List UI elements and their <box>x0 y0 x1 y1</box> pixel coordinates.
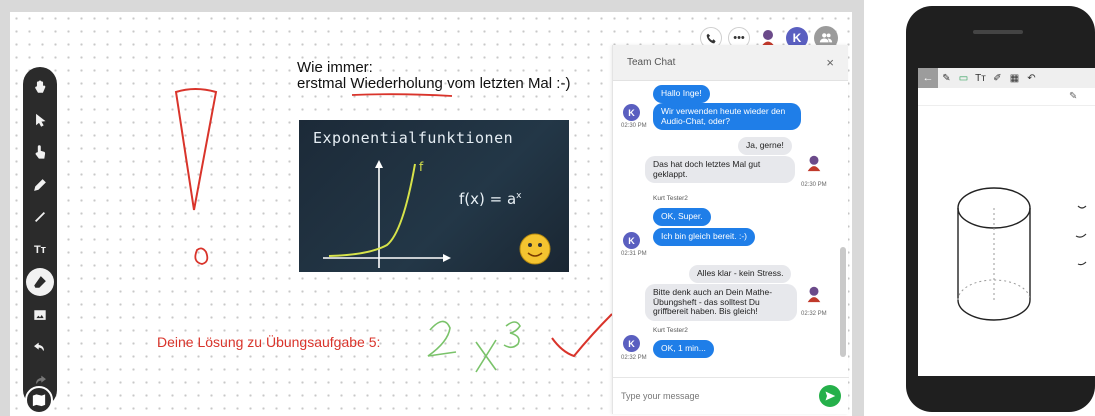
green-two <box>427 320 457 357</box>
pen-icon[interactable]: ✎ <box>938 73 955 84</box>
sender-name: Kurt Tester2 <box>653 195 688 202</box>
avatar: K <box>623 104 640 121</box>
chat-message: Ja, gerne! <box>738 137 792 155</box>
send-icon[interactable] <box>819 385 841 407</box>
text-icon[interactable]: Tт <box>972 73 989 84</box>
heading-post: vom letzten Mal :-) <box>442 75 571 92</box>
user-avatar-graphic <box>807 286 821 303</box>
user-avatar-graphic <box>807 155 821 172</box>
image-formula: f(x) = ax <box>459 190 522 208</box>
exponential-image[interactable]: Exponentialfunktionen f f(x) = ax <box>299 120 569 272</box>
back-arrow-icon[interactable]: ← <box>918 68 938 88</box>
green-three <box>503 321 521 349</box>
chat-input-bar <box>613 377 849 414</box>
map-icon[interactable] <box>25 386 53 414</box>
sender-name: Kurt Tester2 <box>653 327 688 334</box>
green-x <box>475 339 497 373</box>
chat-message: Alles klar - kein Stress. <box>689 265 792 283</box>
chat-message: Bitte denk auch an Dein Mathe-Übungsheft… <box>645 284 797 321</box>
close-icon[interactable]: × <box>826 55 834 70</box>
chat-message: OK, 1 min... <box>653 340 714 358</box>
red-checkmark <box>551 313 613 358</box>
heading-pre: erstmal <box>297 75 351 92</box>
line-icon[interactable] <box>26 203 54 231</box>
timestamp: 02:30 PM <box>801 182 827 188</box>
phone-speaker <box>973 30 1023 34</box>
red-underline <box>351 93 453 97</box>
drawing-toolbar: Tт <box>23 67 57 407</box>
heading-line2: erstmal Wiederholung vom letzten Mal :-) <box>297 76 570 92</box>
exercise-prompt: Deine Lösung zu Übungsaufgabe 5: <box>157 334 381 350</box>
team-chat-panel: Team Chat × Hallo Inge! Wir verwenden he… <box>612 45 849 414</box>
chat-message: Hallo Inge! <box>653 85 710 103</box>
timestamp: 02:32 PM <box>801 311 827 317</box>
heading-highlight: Wiederholung <box>350 75 443 92</box>
chat-scrollbar[interactable] <box>840 87 846 371</box>
avatar: K <box>623 335 640 352</box>
graph-illustration <box>323 160 551 268</box>
timestamp: 02:30 PM <box>621 123 647 129</box>
text-icon[interactable]: Tт <box>26 236 54 264</box>
exp-curve <box>328 163 416 257</box>
tap-icon[interactable] <box>26 138 54 166</box>
chat-message: Wir verwenden heute wieder den Audio-Cha… <box>653 103 801 130</box>
scroll-thumb[interactable] <box>840 247 846 357</box>
timestamp: 02:32 PM <box>621 355 647 361</box>
red-exclamation-dot <box>194 247 209 265</box>
eraser-icon[interactable] <box>26 268 54 296</box>
timestamp: 02:31 PM <box>621 251 647 257</box>
undo-icon[interactable] <box>26 333 54 361</box>
hand-icon[interactable] <box>26 73 54 101</box>
cylinder-sketch <box>957 187 1087 321</box>
chat-message: OK, Super. <box>653 208 711 226</box>
chat-messages[interactable]: Hallo Inge! Wir verwenden heute wieder d… <box>613 81 848 377</box>
pattern-icon[interactable]: ▦ <box>1006 73 1023 84</box>
heading-text: Wie immer: erstmal Wiederholung vom letz… <box>297 60 570 92</box>
pen-icon[interactable] <box>26 171 54 199</box>
image-icon[interactable] <box>26 301 54 329</box>
image-icon[interactable]: ▭ <box>955 73 972 84</box>
undo-icon[interactable]: ↶ <box>1023 73 1040 84</box>
chat-message: Das hat doch letztes Mal gut geklappt. <box>645 156 795 183</box>
curve-label: f <box>419 160 424 174</box>
heading-line1: Wie immer: <box>297 59 373 76</box>
chat-header: Team Chat × <box>613 45 848 81</box>
red-exclamation-stroke <box>174 88 218 211</box>
pointer-icon[interactable] <box>26 106 54 134</box>
chat-title: Team Chat <box>627 57 676 68</box>
phone-toolbar: ← ✎ ▭ Tт ✐ ▦ ↶ <box>918 68 1095 88</box>
avatar: K <box>623 232 640 249</box>
marker-icon[interactable]: ✐ <box>989 73 1006 84</box>
chat-message: Ich bin gleich bereit. :-) <box>653 228 755 246</box>
message-input[interactable] <box>621 391 791 401</box>
thumbs-up-emoji <box>519 233 551 265</box>
phone-screen: ← ✎ ▭ Tт ✐ ▦ ↶ ✎ <box>918 68 1095 376</box>
